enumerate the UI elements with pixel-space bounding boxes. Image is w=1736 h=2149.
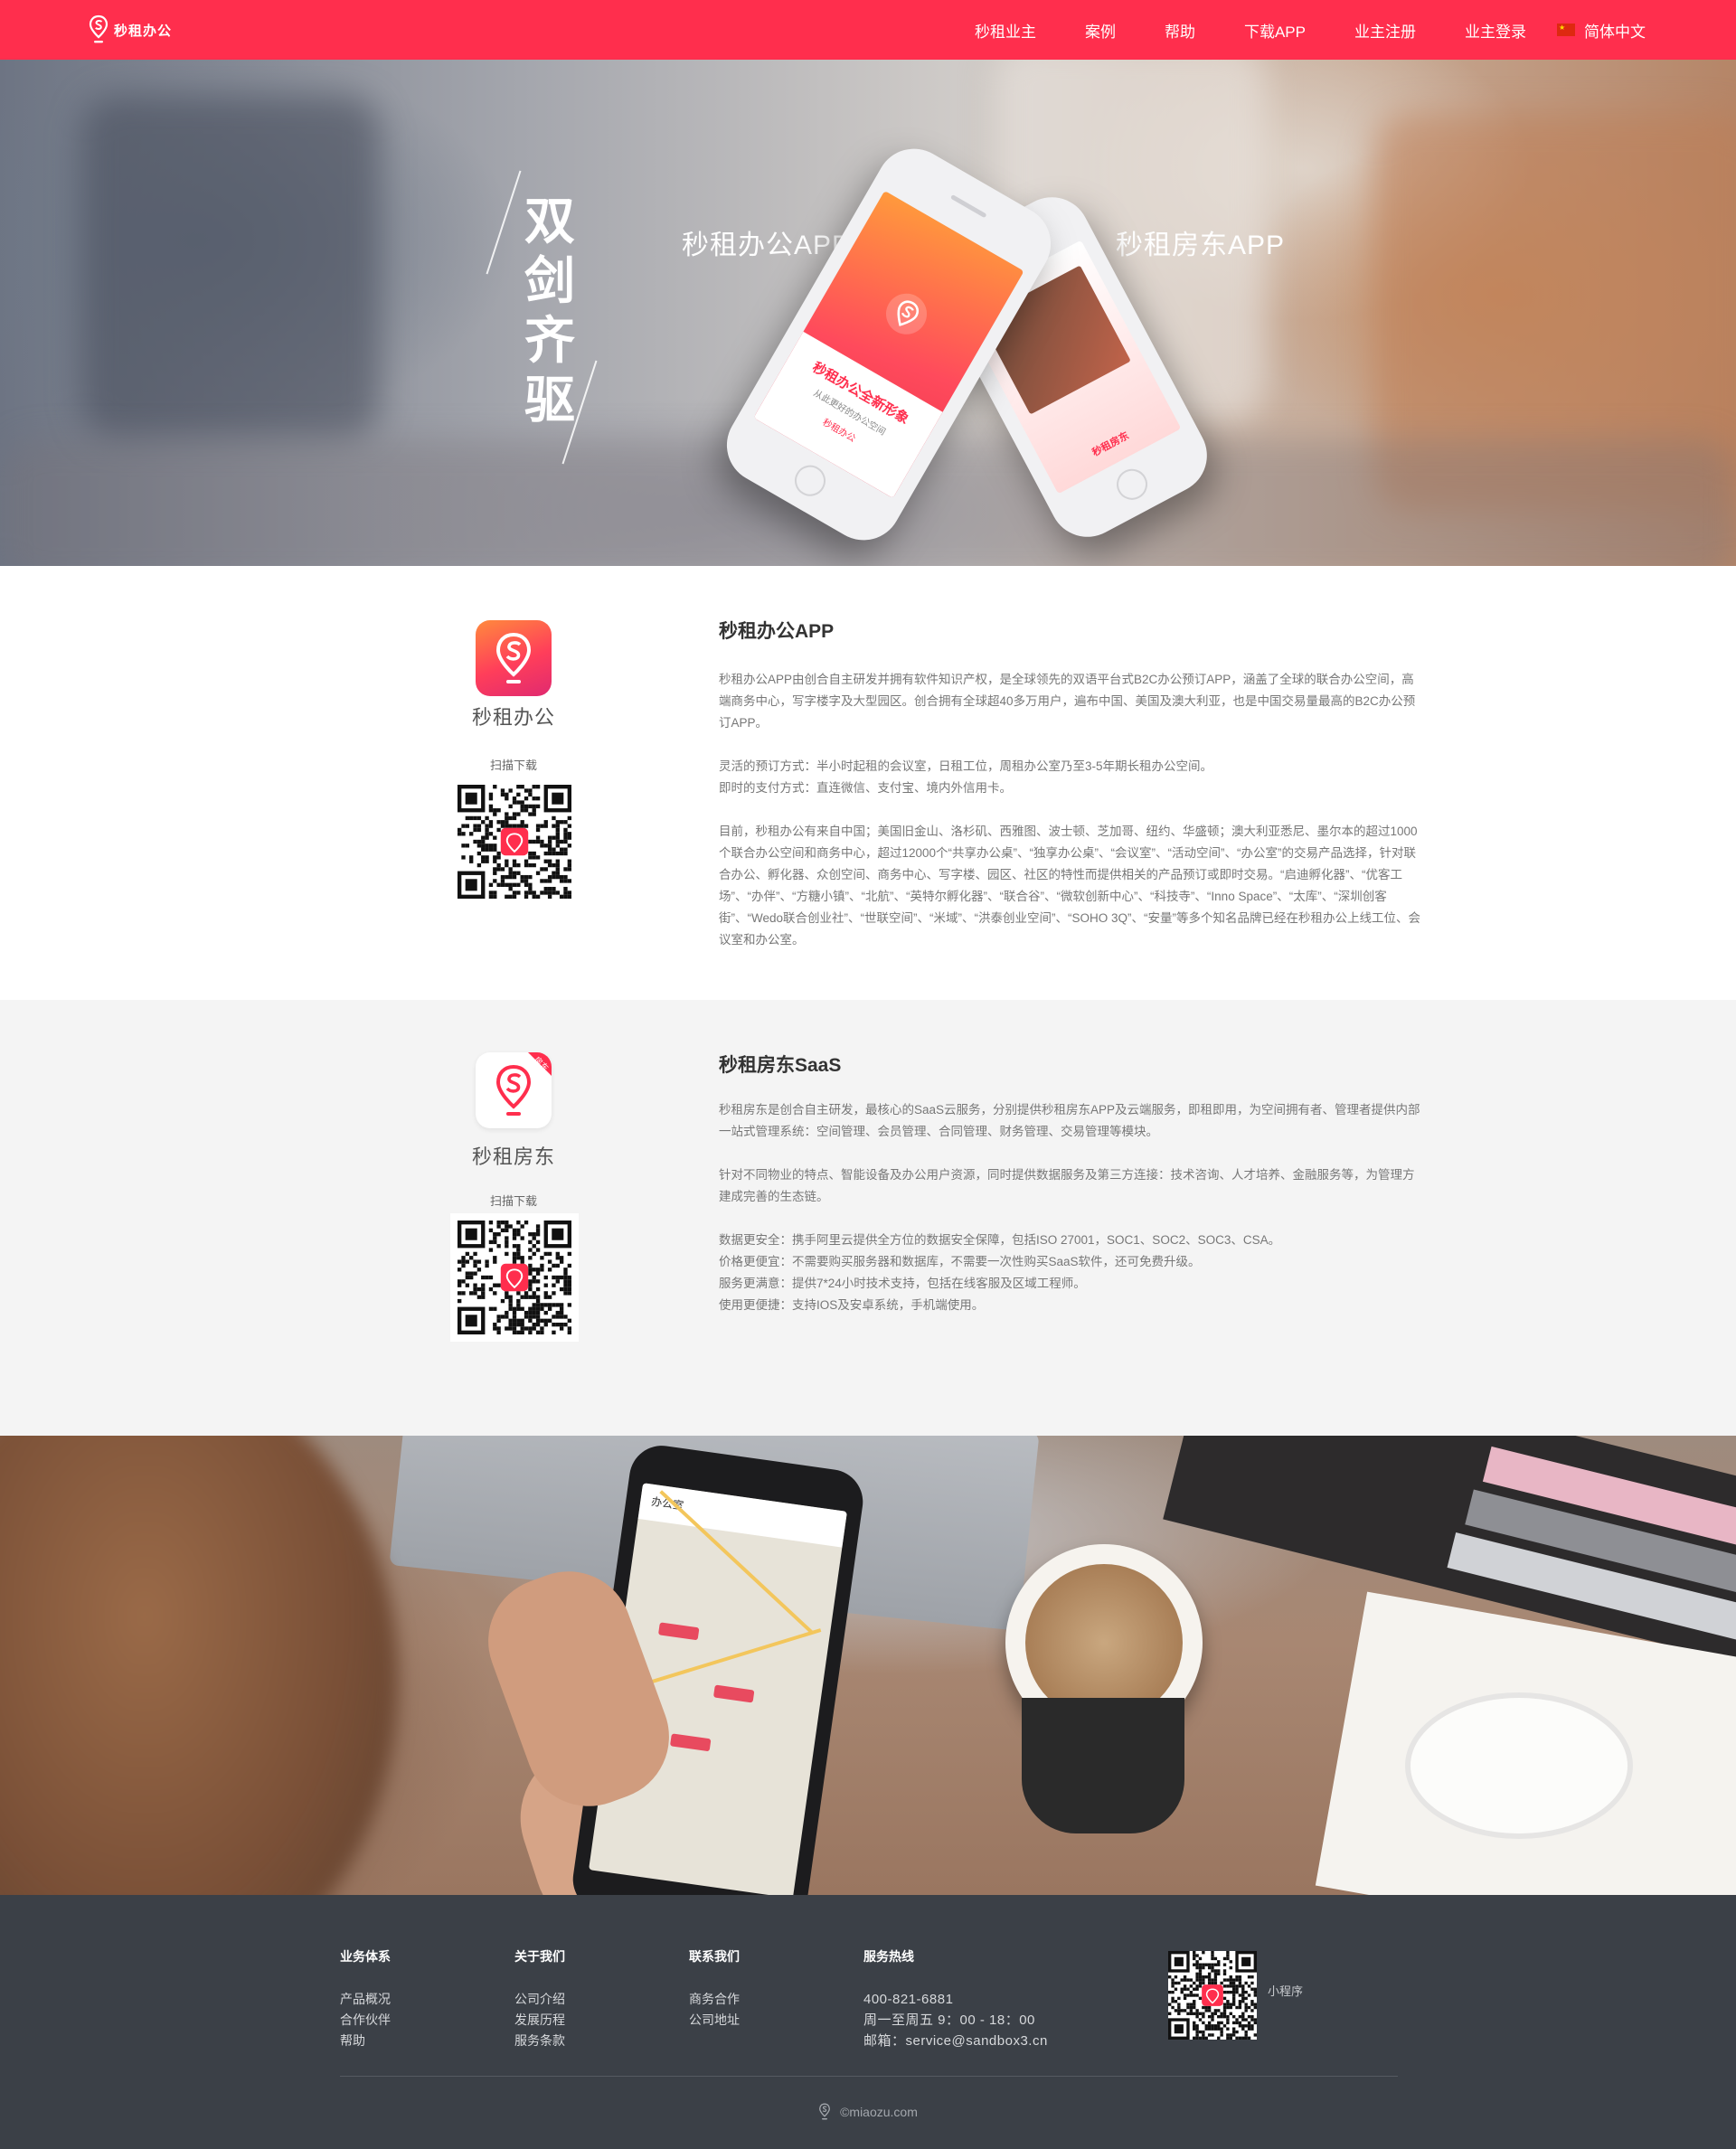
hotline-hours: 周一至周五 9：00 - 18：00 [863,2012,1035,2028]
hotline-phone: 400-821-6881 [863,1992,954,2007]
footer-link[interactable]: 公司地址 [689,2010,740,2031]
footer-link[interactable]: 帮助 [340,2031,391,2051]
hero-label-landlord-app: 秒租房东APP [1116,231,1286,260]
brand-name: 秒租办公 [114,23,173,39]
person-hair [0,1436,398,1895]
landlord-app-screen-brand: 秒租房东 [1090,430,1131,459]
miaozu-logo-icon [885,293,928,335]
office-app-title: 秒租办公APP [719,621,835,642]
landlord-app-qr-code[interactable] [450,1213,579,1342]
office-app-paragraph: 秒租办公APP由创合自主研发并拥有软件知识产权，是全球领先的双语平台式B2C办公… [719,673,1416,730]
office-app-qr-code[interactable] [458,785,571,899]
footer-col-hotline: 服务热线 400-821-6881 周一至周五 9：00 - 18：00 邮箱：… [863,1947,1048,2051]
footer-link[interactable]: 合作伙伴 [340,2010,391,2031]
footer-col-title: 联系我们 [689,1949,740,1964]
top-navbar: 秒租办公 秒租业主 案例 帮助 下载APP 业主注册 业主登录 简体中文 [0,0,1736,60]
office-app-paragraph: 即时的支付方式：直连微信、支付宝、境内外信用卡。 [719,781,1012,795]
coffee-cup-body [1022,1698,1184,1833]
landlord-saas-description: 秒租房东是创合自主研发，最核心的SaaS云服务，分别提供秒租房东APP及云端服务… [719,1099,1424,1316]
footer-col-business: 业务体系 产品概况 合作伙伴 帮助 [340,1947,391,2051]
office-app-paragraph: 灵活的预订方式：半小时起租的会议室，日租工位，周租办公室乃至3-5年期长租办公空… [719,759,1213,773]
landlord-paragraph: 秒租房东是创合自主研发，最核心的SaaS云服务，分别提供秒租房东APP及云端服务… [719,1103,1420,1138]
hero-banner: 双 剑 齐 驱 秒租办公APP 秒租房东APP 秒租房东 秒租办公全新形象 从此… [0,60,1736,566]
office-app-scan-label: 扫描下载 [489,759,537,772]
hero-label-office-app: 秒租办公APP [682,231,852,260]
mini-program-qr-code[interactable] [1168,1951,1257,2040]
miaozu-logo-icon [819,2103,831,2120]
footer-col-contact: 联系我们 商务合作 公司地址 [689,1947,740,2031]
mini-program-label: 小程序 [1268,1984,1304,1998]
footer-col-title: 关于我们 [514,1949,565,1964]
slogan-char: 双 [524,192,575,251]
footer-col-title: 服务热线 [863,1949,914,1964]
landlord-app-icon: 房东 [476,1052,552,1128]
china-flag-icon [1557,24,1575,36]
landlord-app-scan-label: 扫描下载 [489,1194,537,1208]
footer-link[interactable]: 产品概况 [340,1989,391,2010]
slogan-char: 齐 [524,311,575,371]
language-label: 简体中文 [1584,23,1646,41]
office-app-name: 秒租办公 [471,706,555,729]
qr-code-icon [1168,1951,1257,2040]
brand-logo[interactable]: 秒租办公 [89,14,172,45]
landlord-paragraph: 价格更便宜：不需要购买服务器和数据库，不需要一次性购买SaaS软件，还可免费升级… [719,1255,1201,1268]
nav-menu: 秒租业主 案例 帮助 下载APP 业主注册 业主登录 简体中文 [926,0,1646,60]
nav-item-owner-login[interactable]: 业主登录 [1465,19,1526,42]
landlord-saas-title: 秒租房东SaaS [719,1055,842,1076]
footer-link[interactable]: 发展历程 [514,2010,565,2031]
map-pin [657,1622,700,1641]
office-app-paragraph: 目前，秒租办公有来自中国；美国旧金山、洛杉矶、西雅图、波士顿、芝加哥、纽约、华盛… [719,825,1420,947]
landlord-app-name: 秒租房东 [471,1145,555,1168]
qr-code-icon [458,1221,571,1334]
footer-col-title: 业务体系 [340,1949,391,1964]
nav-item-cases[interactable]: 案例 [1085,19,1116,42]
office-app-description: 秒租办公APP由创合自主研发并拥有软件知识产权，是全球领先的双语平台式B2C办公… [719,669,1424,973]
lifestyle-photo-band: 办公室 [0,1436,1736,1895]
map-pin [669,1733,712,1752]
site-footer: 业务体系 产品概况 合作伙伴 帮助 关于我们 公司介绍 发展历程 服务条款 联系… [0,1895,1736,2149]
phone-home-button [788,459,832,502]
copyright: ©miaozu.com [0,2103,1736,2121]
landlord-paragraph: 针对不同物业的特点、智能设备及办公用户资源，同时提供数据服务及第三方连接：技术咨… [719,1168,1415,1203]
footer-col-about: 关于我们 公司介绍 发展历程 服务条款 [514,1947,565,2051]
hero-slogan: 双 剑 齐 驱 [495,192,604,430]
phone-home-button [1111,463,1154,505]
nav-item-owner[interactable]: 秒租业主 [975,19,1036,42]
miaozu-logo-icon [89,14,108,43]
hotline-email[interactable]: 邮箱：service@sandbox3.cn [863,2031,1048,2051]
footer-link[interactable]: 商务合作 [689,1989,740,2010]
footer-link[interactable]: 服务条款 [514,2031,565,2051]
slogan-char: 剑 [524,251,575,311]
landlord-paragraph: 数据更安全：携手阿里云提供全方位的数据安全保障，包括ISO 27001，SOC1… [719,1233,1281,1247]
copyright-text: ©miaozu.com [840,2105,918,2119]
slogan-char: 驱 [524,371,575,430]
office-app-icon [476,620,552,696]
office-app-section: 秒租办公 扫描下载 秒租办公APP 秒租办公APP由创合自主研发并拥有软件知识产… [0,566,1736,1000]
footer-divider [340,2076,1398,2077]
screen-footer: 秒租办公全新形象 从此更好的办公空间 秒租办公 [753,331,943,499]
glass-lid [1410,1698,1628,1833]
language-switcher[interactable]: 简体中文 [1557,19,1646,42]
map-pin [712,1684,755,1703]
qr-code-icon [458,785,571,899]
map-screen-header: 办公室 [637,1483,847,1548]
landlord-paragraph: 使用更便捷：支持IOS及安卓系统，手机端使用。 [719,1298,985,1312]
landlord-saas-section: 房东 秒租房东 扫描下载 秒租房东SaaS 秒租房东是创合自主研发，最核心的Sa… [0,1000,1736,1436]
phone-speaker [949,193,987,219]
landlord-paragraph: 服务更满意：提供7*24小时技术支持，包括在线客服及区域工程师。 [719,1277,1086,1290]
nav-item-owner-register[interactable]: 业主注册 [1354,19,1416,42]
nav-item-help[interactable]: 帮助 [1165,19,1195,42]
footer-link[interactable]: 公司介绍 [514,1989,565,2010]
hero-bg-shape [81,96,380,439]
miaozu-logo-icon [495,632,532,683]
nav-item-download-app[interactable]: 下载APP [1244,19,1306,42]
